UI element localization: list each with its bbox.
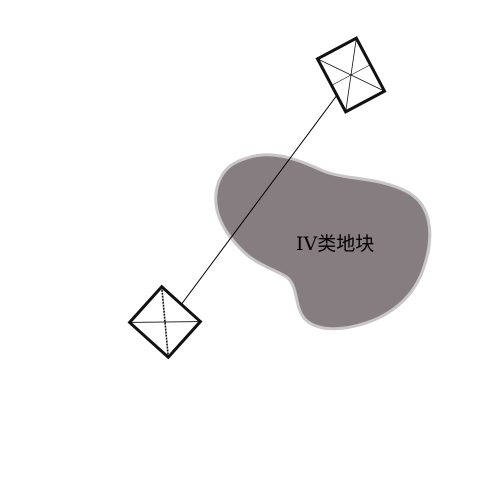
land-parcel-label: IV类地块 — [296, 233, 374, 255]
boxed-cross-marker-icon — [315, 36, 387, 114]
boxed-cross-marker-icon — [127, 284, 203, 360]
diagram-canvas: IV类地块 — [127, 36, 432, 360]
land-parcel: IV类地块 — [214, 153, 432, 331]
